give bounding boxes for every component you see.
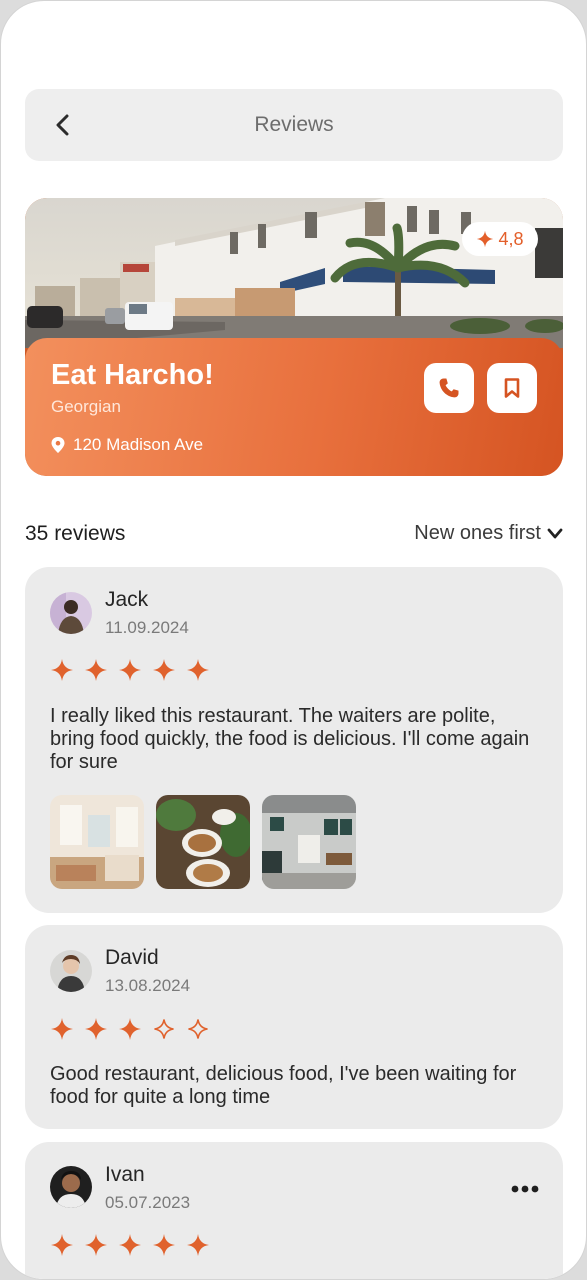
call-button[interactable] <box>424 363 474 413</box>
star-filled-icon <box>153 659 175 681</box>
star-filled-icon <box>51 659 73 681</box>
review-date: 11.09.2024 <box>105 618 189 637</box>
avatar <box>50 950 92 992</box>
restaurant-photo <box>25 198 563 348</box>
chevron-down-icon <box>547 528 563 538</box>
coffee-cups-photo <box>156 795 250 889</box>
star-rating <box>50 1017 210 1041</box>
restaurant-info-panel: Eat Harcho! Georgian 120 Madison Ave <box>25 338 563 476</box>
cafe-interior-photo <box>50 795 144 889</box>
reviewer-name: Ivan <box>105 1163 145 1186</box>
star-filled-icon <box>119 1234 141 1256</box>
rating-value: 4,8 <box>498 228 524 249</box>
star-filled-icon <box>119 1018 141 1040</box>
star-filled-icon <box>85 1234 107 1256</box>
review-card: Jack 11.09.2024 I really liked this rest… <box>25 567 563 913</box>
star-rating <box>50 658 210 682</box>
phone-icon <box>439 378 459 398</box>
reviews-count: 35 reviews <box>25 522 126 545</box>
restaurant-card: 4,8 Eat Harcho! Georgian 120 Madison Ave <box>25 198 563 476</box>
star-filled-icon <box>51 1234 73 1256</box>
avatar <box>50 592 92 634</box>
review-photo[interactable] <box>50 795 144 889</box>
sort-dropdown[interactable]: New ones first <box>414 522 563 545</box>
review-card: David 13.08.2024 Good restaurant, delici… <box>25 925 563 1129</box>
rating-badge: 4,8 <box>462 222 538 256</box>
restaurant-name: Eat Harcho! <box>51 359 214 391</box>
star-rating <box>50 1233 210 1257</box>
avatar <box>50 1166 92 1208</box>
reviews-toolbar: 35 reviews New ones first <box>25 520 563 548</box>
star-filled-icon <box>119 659 141 681</box>
page-title: Reviews <box>254 113 334 136</box>
cafe-counter-photo <box>262 795 356 889</box>
avatar-image <box>50 950 92 992</box>
review-photos <box>50 795 356 889</box>
star-filled-icon <box>187 659 209 681</box>
review-photo[interactable] <box>262 795 356 889</box>
review-card: Ivan 05.07.2023 <box>25 1142 563 1279</box>
avatar-image <box>50 1166 92 1208</box>
sort-label: New ones first <box>414 522 541 544</box>
bookmark-icon <box>504 378 520 398</box>
avatar-image <box>50 592 92 634</box>
star-icon <box>477 230 494 248</box>
star-filled-icon <box>51 1018 73 1040</box>
star-filled-icon <box>85 1018 107 1040</box>
star-filled-icon <box>153 1234 175 1256</box>
address-text: 120 Madison Ave <box>73 435 204 454</box>
more-options-button[interactable] <box>511 1179 539 1199</box>
phone-screen: Reviews 4,8 Eat Harcho! Georgian 120 Mad… <box>0 0 587 1280</box>
restaurant-cuisine: Georgian <box>51 397 121 416</box>
review-date: 05.07.2023 <box>105 1193 191 1212</box>
review-text: I really liked this restaurant. The wait… <box>50 705 530 773</box>
review-date: 13.08.2024 <box>105 976 191 995</box>
star-filled-icon <box>187 1234 209 1256</box>
restaurant-address: 120 Madison Ave <box>51 435 203 455</box>
more-dots-icon <box>511 1185 539 1193</box>
review-photo[interactable] <box>156 795 250 889</box>
bookmark-button[interactable] <box>487 363 537 413</box>
star-filled-icon <box>85 659 107 681</box>
top-bar: Reviews <box>25 89 563 161</box>
reviewer-name: Jack <box>105 588 149 611</box>
location-pin-icon <box>51 437 65 453</box>
review-text: Good restaurant, delicious food, I've be… <box>50 1063 517 1108</box>
reviewer-name: David <box>105 946 159 969</box>
star-outline-icon <box>154 1019 174 1039</box>
star-outline-icon <box>188 1019 208 1039</box>
